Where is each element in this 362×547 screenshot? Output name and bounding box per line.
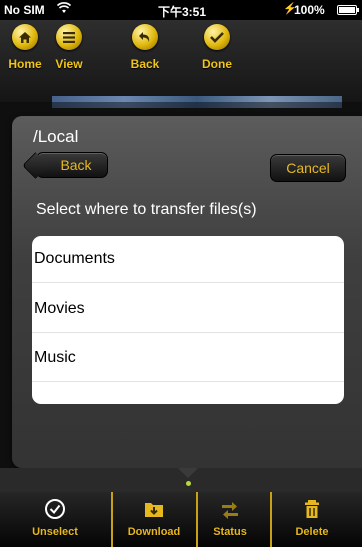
unselect-label: Unselect xyxy=(32,526,78,538)
status-bar: No SIM 下午3:51 ⚡ 100% xyxy=(0,0,362,20)
folder-item-documents[interactable]: Documents xyxy=(32,236,344,283)
folder-label: Music xyxy=(34,349,76,366)
home-icon xyxy=(12,24,38,50)
folder-item-music[interactable]: Music xyxy=(32,335,344,382)
download-label: Download xyxy=(127,526,181,538)
tab-divider xyxy=(196,492,198,547)
dialog-prompt: Select where to transfer files(s) xyxy=(36,201,257,218)
checkmark-icon xyxy=(204,24,230,50)
popover-pointer xyxy=(178,468,198,478)
transfer-status-icon xyxy=(200,498,260,526)
trash-icon xyxy=(282,498,342,526)
home-button[interactable]: Home xyxy=(1,24,49,71)
battery-percent: 100% xyxy=(294,3,325,17)
tab-divider xyxy=(270,492,272,547)
tab-divider xyxy=(111,492,113,547)
folder-label: Documents xyxy=(34,250,115,267)
wifi-icon xyxy=(56,2,72,17)
download-folder-icon xyxy=(114,498,194,526)
cancel-button[interactable]: Cancel xyxy=(270,154,346,182)
unselect-button[interactable]: Unselect xyxy=(24,492,86,547)
back-arrow-icon xyxy=(132,24,158,50)
status-label: Status xyxy=(213,526,247,538)
view-label: View xyxy=(55,57,83,71)
battery-icon xyxy=(337,5,359,15)
status-button[interactable]: Status xyxy=(200,492,260,547)
unselect-check-icon xyxy=(24,498,86,526)
dialog-back-button[interactable]: Back xyxy=(36,152,108,178)
back-toolbar-button[interactable]: Back xyxy=(121,24,169,71)
page-indicator-dot xyxy=(186,481,191,486)
delete-button[interactable]: Delete xyxy=(282,492,342,547)
tabbar-handle xyxy=(0,468,362,492)
carrier-label: No SIM xyxy=(4,3,45,17)
home-label: Home xyxy=(8,57,42,71)
list-icon xyxy=(56,24,82,50)
view-button[interactable]: View xyxy=(45,24,93,71)
delete-label: Delete xyxy=(295,526,329,538)
current-path: /Local xyxy=(33,127,79,146)
transfer-dialog: /Local Back Cancel Select where to trans… xyxy=(12,116,362,468)
bottom-tabbar: Unselect Download Status Delete xyxy=(0,492,362,547)
back-label: Back xyxy=(130,57,160,71)
download-button[interactable]: Download xyxy=(114,492,194,547)
clock-time: 下午3:51 xyxy=(158,5,207,19)
folder-label: Movies xyxy=(34,300,85,317)
folder-list: Documents Movies Music xyxy=(32,236,344,404)
done-label: Done xyxy=(202,57,232,71)
folder-item-movies[interactable]: Movies xyxy=(32,286,344,333)
top-toolbar: Home View Back Done xyxy=(0,20,362,102)
done-button[interactable]: Done xyxy=(193,24,241,71)
